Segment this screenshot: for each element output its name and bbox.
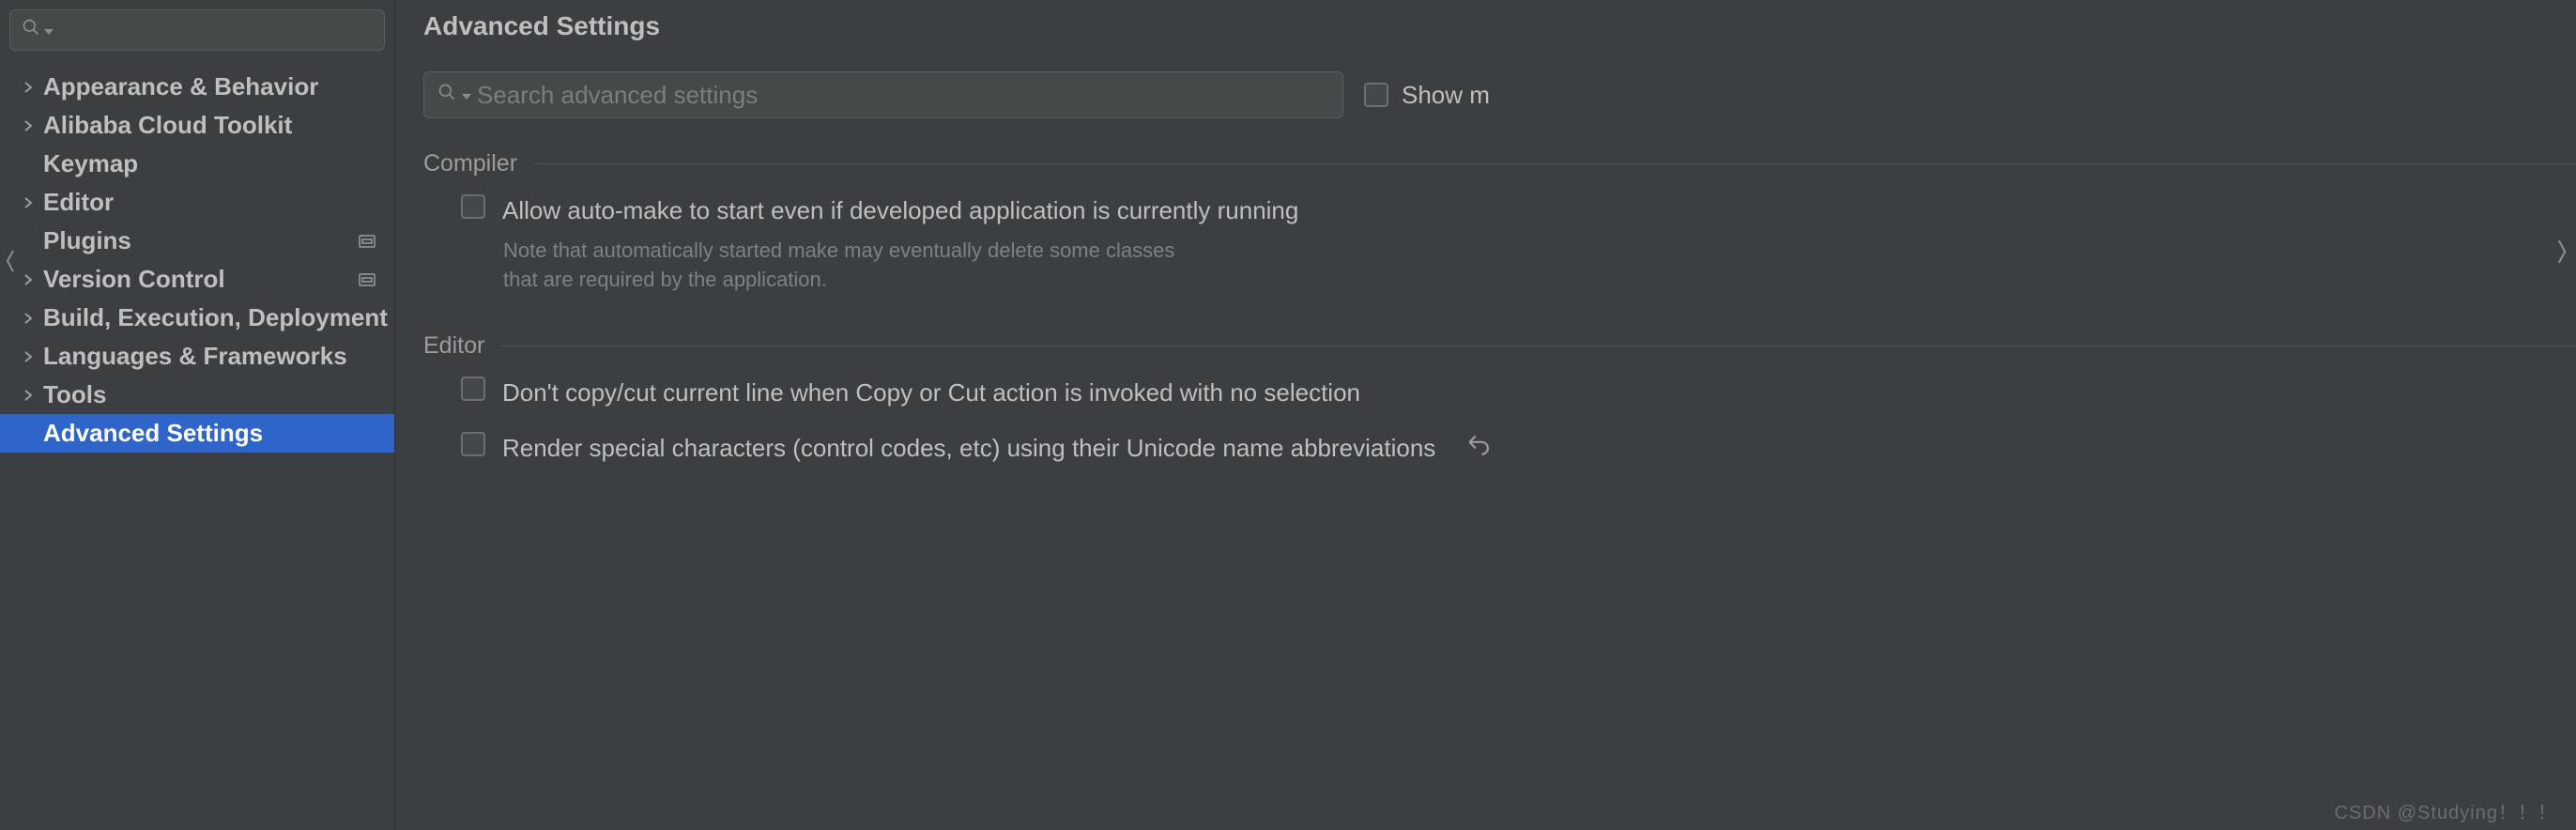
chevron-right-icon [19,274,38,285]
chevron-right-icon [19,390,38,401]
sidebar-item-label: Version Control [38,265,225,294]
sidebar-item-label: Keymap [38,149,138,178]
show-modified-checkbox[interactable]: Show m [1364,81,1490,110]
chevron-right-icon [19,197,38,208]
sidebar-item-label: Build, Execution, Deployment [38,303,388,332]
section-title: Compiler [423,150,517,177]
option-auto-make[interactable]: Allow auto-make to start even if develop… [423,194,2576,227]
sidebar-item-languages[interactable]: Languages & Frameworks [0,337,394,376]
checkbox-icon[interactable] [1364,83,1388,107]
chevron-down-icon[interactable] [462,82,471,108]
show-modified-label: Show m [1402,81,1490,110]
sidebar-item-label: Plugins [38,226,131,255]
section-title: Editor [423,332,484,360]
sidebar-item-appearance[interactable]: Appearance & Behavior [0,68,394,106]
sidebar-search-input[interactable] [57,18,373,42]
sidebar-search[interactable] [9,9,385,51]
sidebar-item-alibaba[interactable]: Alibaba Cloud Toolkit [0,106,394,145]
sidebar-item-vcs[interactable]: Version Control [0,260,394,299]
chevron-down-icon[interactable] [44,17,54,43]
sidebar-item-label: Appearance & Behavior [38,72,318,101]
sidebar-item-tools[interactable]: Tools [0,376,394,414]
sidebar-item-label: Alibaba Cloud Toolkit [38,111,292,140]
sidebar-item-label: Tools [38,380,106,409]
chevron-right-icon [19,313,38,324]
revert-icon[interactable] [1465,432,1490,456]
search-icon [22,17,40,43]
option-render-special[interactable]: Render special characters (control codes… [423,432,2576,465]
option-label: Allow auto-make to start even if develop… [502,194,1298,227]
page-title: Advanced Settings [423,11,2576,41]
option-label: Render special characters (control codes… [502,432,1435,465]
sidebar-item-advanced-settings[interactable]: Advanced Settings [0,414,394,453]
sidebar-item-label: Editor [38,188,114,217]
sidebar-item-build[interactable]: Build, Execution, Deployment [0,299,394,337]
section-compiler-header: Compiler [423,150,2576,177]
section-editor-header: Editor [423,332,2576,360]
search-icon [437,82,456,108]
project-badge-icon [359,273,376,286]
chevron-right-icon [19,351,38,362]
option-label: Don't copy/cut current line when Copy or… [502,377,1360,409]
watermark: CSDN @Studying！！！ [2335,797,2557,824]
checkbox-icon[interactable] [461,194,485,219]
sidebar-item-editor[interactable]: Editor [0,183,394,222]
sidebar-item-label: Languages & Frameworks [38,342,347,371]
sidebar-item-label: Advanced Settings [38,419,263,448]
checkbox-icon[interactable] [461,377,485,401]
settings-main: Advanced Settings Show m Compiler Allow … [394,0,2576,830]
sidebar-item-keymap[interactable]: Keymap [0,145,394,183]
option-note: Note that automatically started make may… [423,237,1193,295]
chevron-right-icon [19,82,38,93]
project-badge-icon [359,235,376,248]
sidebar-item-plugins[interactable]: Plugins [0,222,394,260]
advanced-search-input[interactable] [477,81,1329,110]
option-copy-cut[interactable]: Don't copy/cut current line when Copy or… [423,377,2576,409]
advanced-search[interactable] [423,71,1343,118]
settings-sidebar: Appearance & Behavior Alibaba Cloud Tool… [0,0,394,830]
settings-tree: Appearance & Behavior Alibaba Cloud Tool… [0,60,394,453]
chevron-right-icon [19,120,38,131]
checkbox-icon[interactable] [461,432,485,456]
forward-chevron-icon[interactable] [2555,238,2568,271]
